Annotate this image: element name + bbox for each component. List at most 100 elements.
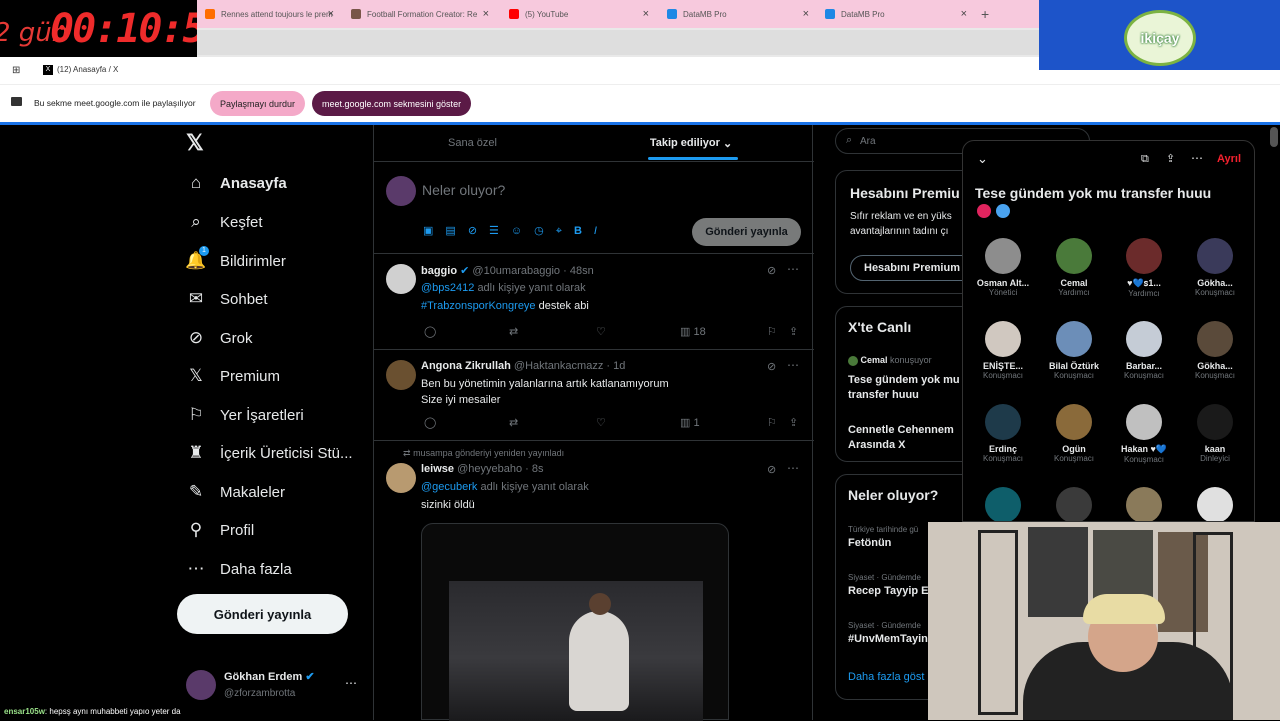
gif-icon[interactable]: ▤ bbox=[445, 225, 467, 237]
tweet-avatar[interactable] bbox=[386, 360, 416, 390]
reply-to-link[interactable]: @bps2412 bbox=[421, 282, 474, 294]
sidebar-item-mail[interactable]: ✉ Sohbet bbox=[185, 288, 268, 310]
speaker-avatar[interactable] bbox=[985, 487, 1021, 521]
emoji-icon[interactable]: ☺ bbox=[511, 225, 534, 237]
tab-close-icon[interactable]: × bbox=[803, 8, 809, 20]
more-icon[interactable]: ⋯ bbox=[787, 262, 799, 276]
speaker[interactable]: Gökha... Konuşmacı bbox=[1180, 321, 1250, 380]
tab-close-icon[interactable]: × bbox=[483, 8, 489, 20]
leave-button[interactable]: Ayrıl bbox=[1217, 153, 1241, 165]
sidebar-item-home[interactable]: ⌂ Anasayfa bbox=[185, 172, 287, 194]
sidebar-item-grok[interactable]: ⊘ Grok bbox=[185, 327, 253, 349]
italic-icon[interactable]: I bbox=[594, 225, 609, 237]
live-space-title[interactable]: Tese gündem yok mu transfer huuu bbox=[848, 373, 972, 403]
tweet-author[interactable]: baggio bbox=[421, 265, 457, 277]
speaker[interactable]: Barbar... Konuşmacı bbox=[1109, 321, 1179, 380]
poll-icon[interactable]: ☰ bbox=[489, 225, 511, 237]
tweet-avatar[interactable] bbox=[386, 264, 416, 294]
tweet-avatar[interactable] bbox=[386, 463, 416, 493]
speaker[interactable]: Ogün Konuşmacı bbox=[1039, 404, 1109, 463]
trend-topic[interactable]: Fetönün bbox=[848, 537, 891, 549]
tab-close-icon[interactable]: × bbox=[328, 8, 334, 20]
account-more-icon[interactable]: ⋯ bbox=[345, 676, 357, 690]
speaker[interactable]: Gökha... Konuşmacı bbox=[1180, 238, 1250, 297]
tab-close-icon[interactable]: × bbox=[961, 8, 967, 20]
reply-icon[interactable]: ◯ bbox=[424, 417, 436, 429]
grok-icon[interactable]: ⊘ bbox=[767, 463, 776, 476]
sidebar-item-more[interactable]: ⋯ Daha fazla bbox=[185, 558, 292, 580]
browser-tab[interactable]: DataMB Pro × bbox=[825, 0, 975, 28]
browser-tab[interactable]: Rennes attend toujours le prem × bbox=[197, 0, 342, 28]
more-icon[interactable]: ⋯ bbox=[1191, 151, 1203, 165]
tweet-media[interactable] bbox=[421, 523, 729, 721]
reply-to-link[interactable]: @gecuberk bbox=[421, 481, 477, 493]
tab-following[interactable]: Takip ediliyor ⌄ bbox=[612, 125, 770, 161]
image-icon[interactable]: ▣ bbox=[423, 225, 445, 237]
stop-sharing-button[interactable]: Paylaşmayı durdur bbox=[210, 91, 306, 116]
scrollbar-thumb[interactable] bbox=[1270, 127, 1278, 147]
trend-topic[interactable]: Recep Tayyip E bbox=[848, 585, 929, 597]
live-space-2[interactable]: Cennetle Cehennem Arasında X bbox=[848, 423, 972, 453]
speaker[interactable]: kaan Dinleyici bbox=[1180, 404, 1250, 463]
speaker-avatar[interactable] bbox=[1126, 487, 1162, 521]
schedule-icon[interactable]: ◷ bbox=[534, 225, 556, 237]
tweet[interactable]: baggio ✔ @10umarabaggio · 48sn @bps2412 … bbox=[374, 254, 814, 350]
minimize-chevron-icon[interactable]: ⌄ bbox=[977, 151, 988, 167]
repost-icon[interactable]: ⇄ bbox=[509, 325, 518, 338]
trends-more-link[interactable]: Daha fazla göst bbox=[848, 671, 924, 683]
tab-close-icon[interactable]: × bbox=[643, 8, 649, 20]
share-icon[interactable]: ⇪ bbox=[1166, 152, 1175, 165]
active-tab-title[interactable]: (12) Anasayfa / X bbox=[57, 65, 118, 74]
location-icon[interactable]: ⌖ bbox=[556, 225, 574, 237]
more-icon[interactable]: ⋯ bbox=[787, 461, 799, 475]
speaker[interactable]: Cemal Yardımcı bbox=[1039, 238, 1109, 297]
sidebar-item-search[interactable]: ⌕ Keşfet bbox=[185, 211, 262, 233]
sidebar-item-studio[interactable]: ♜ İçerik Üreticisi Stü... bbox=[185, 442, 352, 464]
tweet-author[interactable]: leiwse bbox=[421, 463, 454, 475]
repost-icon[interactable]: ⇄ bbox=[509, 416, 518, 429]
trend-topic[interactable]: #UnvMemTayin bbox=[848, 633, 928, 645]
browser-tab[interactable]: Football Formation Creator: Re × bbox=[347, 0, 497, 28]
views-icon[interactable]: ▥ 1 bbox=[680, 416, 700, 429]
share-icon[interactable]: ⇪ bbox=[789, 416, 798, 429]
speaker-avatar[interactable] bbox=[1056, 487, 1092, 521]
speaker[interactable]: Osman Alt... Yönetici bbox=[968, 238, 1038, 297]
grok-icon[interactable]: ⊘ bbox=[767, 264, 776, 277]
composer-post-button[interactable]: Gönderi yayınla bbox=[692, 218, 801, 246]
x-logo-icon[interactable]: 𝕏 bbox=[186, 130, 204, 156]
sidebar-item-x[interactable]: 𝕏 Premium bbox=[185, 365, 280, 387]
bookmark-icon[interactable]: ⚐ bbox=[767, 416, 777, 429]
apps-grid-icon[interactable]: ⊞ bbox=[12, 65, 20, 76]
composer-input[interactable]: Neler oluyor? bbox=[422, 182, 505, 198]
sidebar-item-profile[interactable]: ⚲ Profil bbox=[185, 519, 254, 541]
tweet-author[interactable]: Angona Zikrullah bbox=[421, 360, 511, 372]
account-name[interactable]: Gökhan Erdem ✔ bbox=[224, 670, 315, 683]
more-icon[interactable]: ⋯ bbox=[787, 358, 799, 372]
speaker[interactable]: ENİŞTE... Konuşmacı bbox=[968, 321, 1038, 380]
dock-icon[interactable]: ⧉ bbox=[1141, 153, 1149, 166]
speaker[interactable]: Erdinç Konuşmacı bbox=[968, 404, 1038, 463]
bold-icon[interactable]: B bbox=[574, 225, 594, 237]
speaker[interactable]: ♥💙ꜱ1... Yardımcı bbox=[1109, 238, 1179, 298]
share-icon[interactable]: ⇪ bbox=[789, 325, 798, 338]
bookmark-icon[interactable]: ⚐ bbox=[767, 325, 777, 338]
like-icon[interactable]: ♡ bbox=[596, 416, 606, 429]
views-icon[interactable]: ▥ 18 bbox=[680, 325, 706, 338]
like-icon[interactable]: ♡ bbox=[596, 325, 606, 338]
hashtag-link[interactable]: #TrabzonsporKongreye bbox=[421, 300, 536, 312]
tab-for-you[interactable]: Sana özel bbox=[374, 125, 571, 161]
tweet[interactable]: Angona Zikrullah @Haktankacmazz · 1d Ben… bbox=[374, 350, 814, 441]
grok-icon[interactable]: ⊘ bbox=[767, 360, 776, 373]
sidebar-item-bookmark[interactable]: ⚐ Yer İşaretleri bbox=[185, 404, 303, 426]
new-tab-button[interactable]: + bbox=[981, 0, 997, 28]
sidebar-item-article[interactable]: ✎ Makaleler bbox=[185, 481, 285, 503]
show-meet-tab-button[interactable]: meet.google.com sekmesini göster bbox=[312, 91, 472, 116]
tweet[interactable]: ⇄ musampa gönderiyi yeniden yayınladı le… bbox=[374, 441, 814, 721]
speaker[interactable]: Bilal Öztürk Konuşmacı bbox=[1039, 321, 1109, 380]
speaker[interactable]: Hakan ♥💙 Konuşmacı bbox=[1109, 404, 1179, 464]
speaker-avatar[interactable] bbox=[1197, 487, 1233, 521]
address-bar[interactable] bbox=[197, 30, 1039, 55]
grok-icon[interactable]: ⊘ bbox=[468, 225, 489, 237]
reply-icon[interactable]: ◯ bbox=[424, 326, 436, 338]
browser-tab[interactable]: DataMB Pro × bbox=[667, 0, 817, 28]
